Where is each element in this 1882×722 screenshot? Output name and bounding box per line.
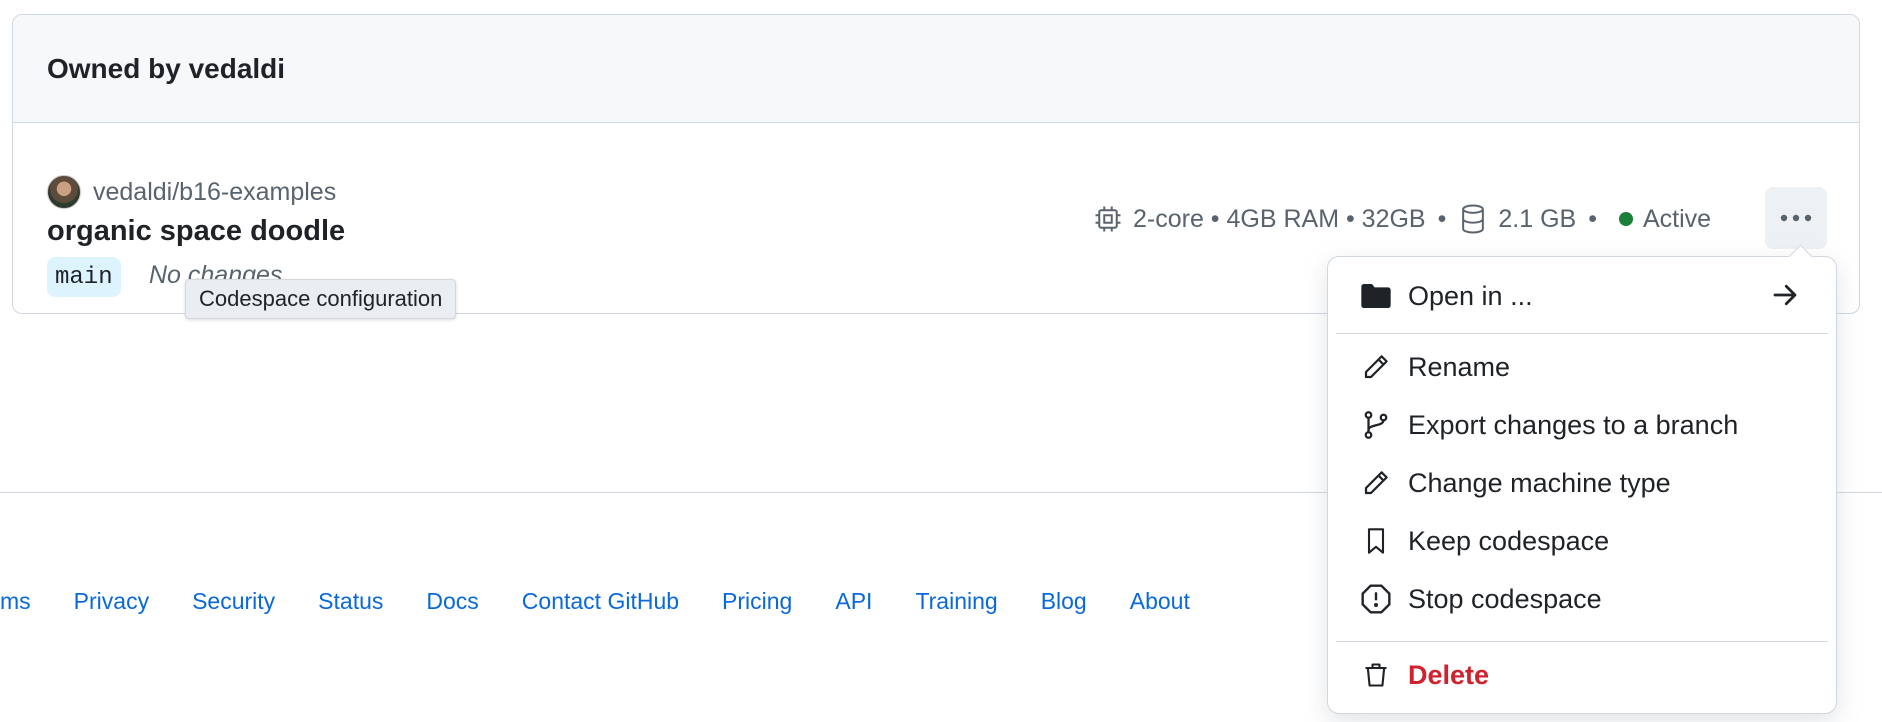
menu-item-export-branch[interactable]: Export changes to a branch (1328, 400, 1836, 450)
kebab-horizontal-icon (1780, 214, 1812, 222)
status-indicator-icon (1618, 212, 1633, 226)
footer-link-contact[interactable]: Contact GitHub (522, 588, 679, 615)
footer-link-security[interactable]: Security (192, 588, 275, 615)
more-actions-button[interactable] (1765, 187, 1827, 249)
trash-icon (1360, 659, 1392, 691)
footer-link-blog[interactable]: Blog (1041, 588, 1087, 615)
cpu-icon (1093, 204, 1123, 234)
footer-links: ms Privacy Security Status Docs Contact … (0, 586, 1233, 616)
menu-item-change-machine[interactable]: Change machine type (1328, 458, 1836, 508)
footer-link-about[interactable]: About (1130, 588, 1190, 615)
menu-item-rename[interactable]: Rename (1328, 342, 1836, 392)
menu-item-stop-codespace[interactable]: Stop codespace (1328, 574, 1836, 624)
separator-dot: • (1437, 204, 1447, 233)
footer-link-pricing[interactable]: Pricing (722, 588, 792, 615)
footer-link-status[interactable]: Status (318, 588, 383, 615)
menu-item-label: Change machine type (1408, 467, 1671, 498)
section-title: Owned by vedaldi (47, 52, 286, 84)
menu-item-label: Open in ... (1408, 280, 1533, 311)
footer-link-terms[interactable]: ms (0, 588, 31, 615)
repo-info: vedaldi/b16-examples (47, 175, 336, 209)
tooltip: Codespace configuration (185, 279, 457, 319)
status-text: Active (1642, 204, 1712, 233)
codespace-meta: 2-core • 4GB RAM • 32GB • 2.1 GB • Activ… (1093, 201, 1711, 237)
pencil-icon (1360, 351, 1392, 383)
database-icon (1458, 203, 1488, 235)
menu-item-label: Rename (1408, 351, 1511, 382)
folder-icon (1360, 280, 1392, 312)
menu-item-open-in[interactable]: Open in ... (1328, 271, 1836, 321)
codespace-actions-menu: Open in ... Rename Export changes to a b… (1327, 256, 1837, 714)
menu-item-label: Export changes to a branch (1408, 409, 1739, 440)
menu-item-label: Delete (1408, 659, 1490, 690)
pencil-icon (1360, 467, 1392, 499)
bookmark-icon (1360, 525, 1392, 557)
separator-dot: • (1588, 204, 1597, 233)
repo-name[interactable]: vedaldi/b16-examples (93, 178, 336, 207)
stop-icon (1360, 583, 1392, 615)
footer-link-training[interactable]: Training (915, 588, 997, 615)
section-header: Owned by vedaldi (13, 15, 1859, 123)
menu-item-label: Keep codespace (1408, 525, 1610, 556)
footer-link-api[interactable]: API (835, 588, 872, 615)
footer-link-privacy[interactable]: Privacy (74, 588, 149, 615)
menu-item-keep-codespace[interactable]: Keep codespace (1328, 516, 1836, 566)
git-branch-icon (1360, 409, 1392, 441)
avatar (47, 175, 81, 209)
branch-badge: main (47, 257, 121, 297)
machine-spec: 2-core • 4GB RAM • 32GB (1133, 204, 1426, 233)
codespace-name[interactable]: organic space doodle (47, 215, 345, 248)
menu-separator (1336, 641, 1828, 642)
footer-link-docs[interactable]: Docs (426, 588, 478, 615)
menu-separator (1336, 333, 1828, 334)
menu-item-delete[interactable]: Delete (1328, 650, 1836, 700)
storage-size: 2.1 GB (1498, 204, 1577, 233)
arrow-right-icon (1770, 280, 1800, 317)
menu-item-label: Stop codespace (1408, 583, 1602, 614)
